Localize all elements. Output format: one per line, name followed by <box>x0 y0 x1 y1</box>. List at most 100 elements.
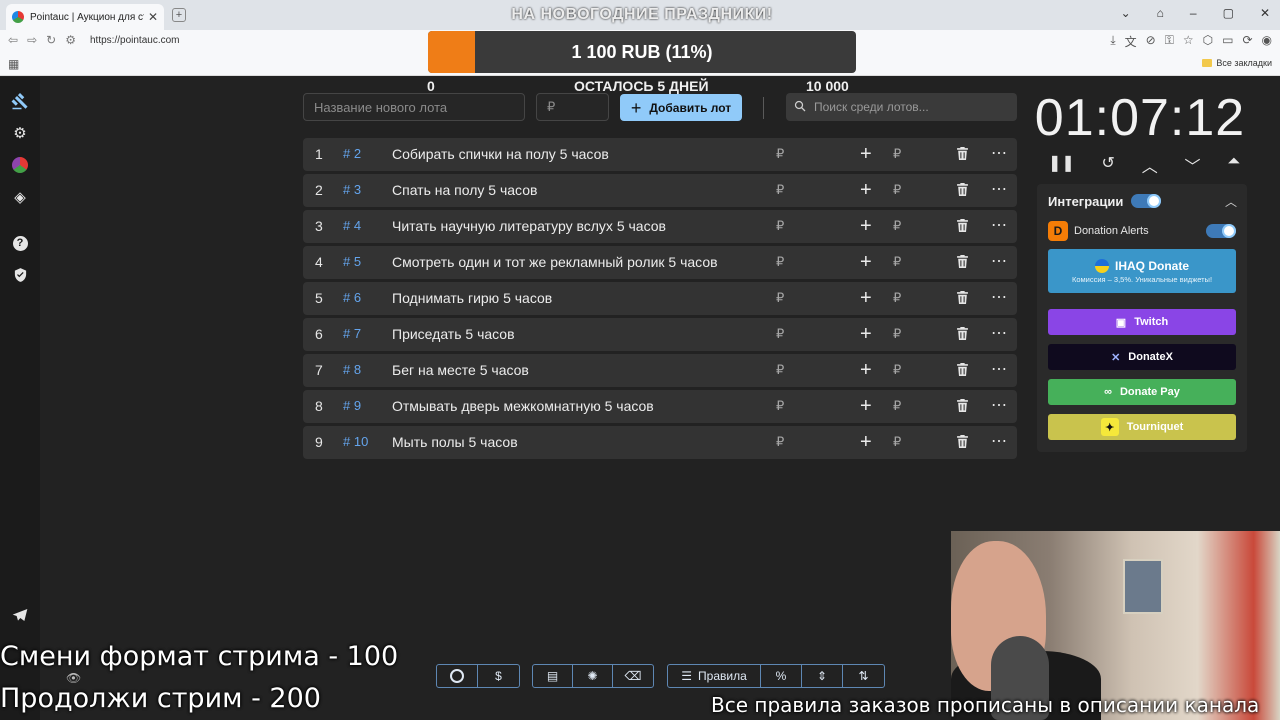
clear-icon[interactable]: ⌫ <box>613 665 653 687</box>
pie-chart-icon[interactable] <box>0 149 40 181</box>
layers-icon[interactable]: ◈ <box>0 181 40 213</box>
lot-fast-id[interactable]: # 9 <box>343 398 361 413</box>
add-amount-input[interactable]: ₽ <box>893 254 901 270</box>
percent-icon[interactable]: % <box>761 665 802 687</box>
lot-row[interactable]: 2 # 3 Спать на полу 5 часов ₽ + ₽ ⋯ <box>303 174 1017 207</box>
trash-icon[interactable] <box>956 434 969 452</box>
lot-amount[interactable]: ₽ <box>776 326 784 342</box>
site-settings-icon[interactable]: ⚙ <box>65 33 76 47</box>
more-options-icon[interactable]: ⋯ <box>991 287 1008 307</box>
lot-amount[interactable]: ₽ <box>776 146 784 162</box>
sidebar-toggle-icon[interactable]: ▭ <box>1222 33 1233 50</box>
lot-fast-id[interactable]: # 6 <box>343 290 361 305</box>
add-amount-input[interactable]: ₽ <box>893 218 901 234</box>
close-tab-icon[interactable]: ✕ <box>148 10 158 24</box>
help-icon[interactable]: ? <box>0 227 40 259</box>
gear-icon[interactable]: ⚙ <box>0 117 40 149</box>
add-amount-input[interactable]: ₽ <box>893 398 901 414</box>
trash-icon[interactable] <box>956 290 969 308</box>
lot-amount[interactable]: ₽ <box>776 218 784 234</box>
lot-amount[interactable]: ₽ <box>776 398 784 414</box>
add-amount-icon[interactable]: + <box>860 323 872 346</box>
add-amount-icon[interactable]: + <box>860 215 872 238</box>
add-amount-icon[interactable]: + <box>860 431 872 454</box>
add-amount-input[interactable]: ₽ <box>893 326 901 342</box>
collapse-chevron-icon[interactable]: ︿ <box>1225 193 1237 210</box>
new-lot-name-input[interactable]: Название нового лота <box>303 93 525 121</box>
twitch-button[interactable]: ▣ Twitch <box>1048 309 1236 335</box>
minimize-icon[interactable]: – <box>1190 6 1197 20</box>
trash-icon[interactable] <box>956 218 969 236</box>
lot-row[interactable]: 1 # 2 Собирать спички на полу 5 часов ₽ + ₽ ⋯ <box>303 138 1017 171</box>
lot-row[interactable]: 4 # 5 Смотреть один и тот же рекламный рол… <box>303 246 1017 279</box>
integrations-toggle[interactable] <box>1131 194 1161 208</box>
lot-row[interactable]: 6 # 7 Приседать 5 часов ₽ + ₽ ⋯ <box>303 318 1017 351</box>
compress-icon[interactable]: ⇕ <box>802 665 843 687</box>
lot-row[interactable]: 8 # 9 Отмывать дверь межкомнатную 5 часов ₽… <box>303 390 1017 423</box>
add-time-icon[interactable]: ︿ <box>1142 153 1158 177</box>
translate-icon[interactable]: 文 <box>1125 33 1137 50</box>
add-amount-icon[interactable]: + <box>860 179 872 202</box>
double-up-icon[interactable]: ⏶ <box>1227 153 1240 177</box>
lot-amount[interactable]: ₽ <box>776 182 784 198</box>
more-options-icon[interactable]: ⋯ <box>991 431 1008 451</box>
profile-icon[interactable]: ◉ <box>1262 33 1272 50</box>
lot-name[interactable]: Собирать спички на полу 5 часов <box>392 146 609 162</box>
add-amount-icon[interactable]: + <box>860 359 872 382</box>
lot-row[interactable]: 5 # 6 Поднимать гирю 5 часов ₽ + ₽ ⋯ <box>303 282 1017 315</box>
rules-button[interactable]: ☰ Правила <box>668 665 761 687</box>
lot-fast-id[interactable]: # 3 <box>343 182 361 197</box>
lot-row[interactable]: 7 # 8 Бег на месте 5 часов ₽ + ₽ ⋯ <box>303 354 1017 387</box>
lot-fast-id[interactable]: # 8 <box>343 362 361 377</box>
all-bookmarks[interactable]: Все закладки <box>1202 58 1272 68</box>
lot-name[interactable]: Мыть полы 5 часов <box>392 434 518 450</box>
add-amount-icon[interactable]: + <box>860 287 872 310</box>
back-icon[interactable]: ⇦ <box>8 33 18 47</box>
telegram-icon[interactable] <box>0 599 40 631</box>
key-icon[interactable]: ⚿ <box>1165 33 1174 50</box>
reset-icon[interactable]: ↺ <box>1102 153 1115 177</box>
more-options-icon[interactable]: ⋯ <box>991 251 1008 271</box>
lot-fast-id[interactable]: # 5 <box>343 254 361 269</box>
reload-icon[interactable]: ↻ <box>46 33 56 47</box>
trash-icon[interactable] <box>956 254 969 272</box>
chevron-down-icon[interactable]: ⌄ <box>1121 6 1131 20</box>
lot-fast-id[interactable]: # 7 <box>343 326 361 341</box>
donatepay-button[interactable]: ∞ Donate Pay <box>1048 379 1236 405</box>
sort-icon[interactable]: ⇅ <box>843 665 884 687</box>
donation-alerts-toggle[interactable] <box>1206 224 1236 238</box>
search-input[interactable]: Поиск среди лотов... <box>786 93 1017 121</box>
lot-name[interactable]: Поднимать гирю 5 часов <box>392 290 552 306</box>
lot-amount[interactable]: ₽ <box>776 254 784 270</box>
sync-icon[interactable]: ⟳ <box>1242 33 1252 50</box>
add-amount-input[interactable]: ₽ <box>893 182 901 198</box>
add-amount-input[interactable]: ₽ <box>893 146 901 162</box>
maximize-icon[interactable]: ▢ <box>1223 6 1234 20</box>
add-amount-icon[interactable]: + <box>860 395 872 418</box>
trash-icon[interactable] <box>956 146 969 164</box>
lot-name[interactable]: Читать научную литературу вслух 5 часов <box>392 218 666 234</box>
subtract-time-icon[interactable]: ﹀ <box>1184 153 1200 177</box>
add-lot-button[interactable]: + Добавить лот <box>620 94 742 121</box>
add-amount-input[interactable]: ₽ <box>893 290 901 306</box>
more-options-icon[interactable]: ⋯ <box>991 395 1008 415</box>
bug-icon[interactable]: ✺ <box>573 665 613 687</box>
apps-grid-icon[interactable]: ▦ <box>8 57 19 71</box>
trash-icon[interactable] <box>956 182 969 200</box>
lot-name[interactable]: Бег на месте 5 часов <box>392 362 529 378</box>
add-amount-icon[interactable]: + <box>860 251 872 274</box>
trash-icon[interactable] <box>956 398 969 416</box>
add-amount-input[interactable]: ₽ <box>893 434 901 450</box>
trash-icon[interactable] <box>956 326 969 344</box>
gavel-icon[interactable] <box>0 85 40 117</box>
donatex-button[interactable]: ✕ DonateX <box>1048 344 1236 370</box>
lot-fast-id[interactable]: # 4 <box>343 218 361 233</box>
lot-row[interactable]: 3 # 4 Читать научную литературу вслух 5 ча… <box>303 210 1017 243</box>
hide-icon[interactable]: ⊘ <box>1146 33 1156 50</box>
browser-tab[interactable]: Pointauc | Аукцион для стримеров ✕ <box>6 4 164 30</box>
save-icon[interactable]: ▤ <box>533 665 573 687</box>
github-icon[interactable] <box>437 665 478 687</box>
add-amount-input[interactable]: ₽ <box>893 362 901 378</box>
shirt-icon[interactable]: ⌂ <box>1157 6 1164 20</box>
ihaq-donate-button[interactable]: IHAQ Donate Комиссия – 3,5%. Уникальные … <box>1048 249 1236 293</box>
